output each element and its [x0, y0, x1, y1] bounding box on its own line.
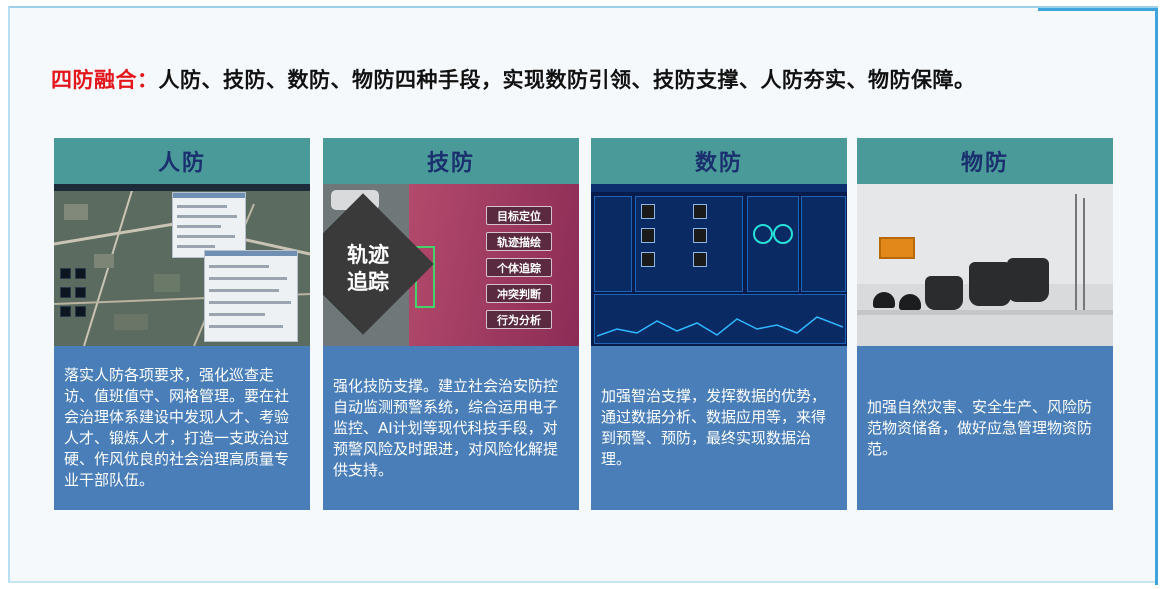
card-description: 落实人防各项要求，强化巡查走访、值班值守、网格管理。要在社会治理体系建设中发现人…	[54, 346, 310, 510]
tag-chip: 冲突判断	[486, 284, 552, 303]
card-body-text: 加强自然灾害、安全生产、风险防范物资储备，做好应急管理物资防范。	[867, 397, 1093, 458]
card-body-text: 强化技防支撑。建立社会治安防控自动监测预警系统，综合运用电子监控、AI计划等现代…	[333, 376, 559, 479]
headline: 四防融合：人防、技防、数防、物防四种手段，实现数防引领、技防支撑、人防夯实、物防…	[51, 64, 976, 94]
card-description: 加强自然灾害、安全生产、风险防范物资储备，做好应急管理物资防范。	[857, 346, 1113, 510]
map-screenshot-image	[54, 184, 310, 346]
card-title: 数防	[591, 138, 847, 184]
card-renfang: 人防 落实人防各项要求，强化巡查走访、值班值守、网格管理。要在社会治理体系建设中…	[54, 138, 310, 510]
card-description: 加强智治支撑，发挥数据的优势，通过数据分析、数据应用等，来得到预警、预防，最终实…	[591, 346, 847, 510]
tag-chip: 行为分析	[486, 310, 552, 329]
card-wufang: 物防 加强自然灾害、安全生产、风险防范物资储备，做好应急管理物资防范。	[857, 138, 1113, 510]
headline-label: 四防融合：	[51, 68, 159, 92]
card-description: 强化技防支撑。建立社会治安防控自动监测预警系统，综合运用电子监控、AI计划等现代…	[323, 346, 579, 510]
card-title: 人防	[54, 138, 310, 184]
card-title: 技防	[323, 138, 579, 184]
card-shufang: 数防 加强智治支撑，发挥数据的优势，通过数据分析、数据应用等，来得到预警、预防，…	[591, 138, 847, 510]
dashboard-screenshot-image	[591, 184, 847, 346]
card-title: 物防	[857, 138, 1113, 184]
card-body-text: 落实人防各项要求，强化巡查走访、值班值守、网格管理。要在社会治理体系建设中发现人…	[64, 366, 290, 489]
headline-text: 人防、技防、数防、物防四种手段，实现数防引领、技防支撑、人防夯实、物防保障。	[158, 68, 976, 92]
card-jifang: 技防 轨迹追踪 目标定位 轨迹描绘 个体追踪 冲突判断 行为分析 强化技防支撑。…	[323, 138, 579, 510]
tag-chip: 轨迹描绘	[486, 232, 552, 251]
tag-chip: 个体追踪	[486, 258, 552, 277]
tracking-photo-image: 轨迹追踪 目标定位 轨迹描绘 个体追踪 冲突判断 行为分析	[323, 184, 579, 346]
tracking-overlay-text: 轨迹追踪	[347, 243, 389, 294]
tag-chip: 目标定位	[486, 206, 552, 225]
equipment-room-image	[857, 184, 1113, 346]
card-body-text: 加强智治支撑，发挥数据的优势，通过数据分析、数据应用等，来得到预警、预防，最终实…	[601, 387, 827, 468]
